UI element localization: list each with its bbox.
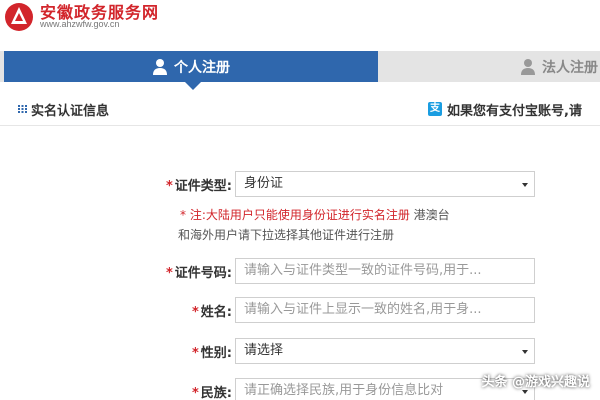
chevron-down-icon [522, 390, 528, 394]
alipay-login-link[interactable]: 如果您有支付宝账号,请 [447, 100, 600, 119]
tab-legal-person-registration[interactable]: 法人注册 [520, 51, 600, 82]
note-text-line2: 和海外用户请下拉选择其他证件进行注册 [178, 228, 395, 242]
chevron-down-icon [522, 350, 528, 354]
section-header: 实名认证信息 支 如果您有支付宝账号,请 [0, 90, 600, 126]
active-tab-pointer [185, 82, 201, 90]
form-row-id-type: * 证件类型: 身份证 [0, 171, 600, 197]
ethnicity-label: * 民族: [191, 386, 232, 400]
chevron-down-icon [522, 183, 528, 187]
tab-label: 法人注册 [542, 59, 598, 76]
gender-value: 请选择 [244, 343, 284, 358]
ethnicity-placeholder: 请正确选择民族,用于身份信息比对 [244, 383, 444, 398]
id-type-label: * 证件类型: [165, 179, 232, 194]
name-label: * 姓名: [191, 305, 232, 320]
tab-label: 个人注册 [174, 59, 230, 76]
alipay-icon[interactable]: 支 [428, 102, 442, 116]
id-type-value: 身份证 [244, 176, 284, 191]
note-warning: * 注:大陆用户只能使用身份证进行实名注册 [180, 208, 410, 222]
form-row-gender: * 性别: 请选择 [0, 338, 600, 364]
grid-icon [18, 105, 27, 113]
name-input[interactable]: 请输入与证件上显示一致的姓名,用于身... [235, 297, 535, 323]
person-icon [521, 58, 535, 75]
watermark: 头条 @游戏兴趣说 [481, 375, 590, 390]
tab-personal-registration[interactable]: 个人注册 [4, 51, 378, 90]
note-text: 港澳台 [409, 208, 450, 222]
gender-label: * 性别: [191, 346, 232, 361]
gender-select[interactable]: 请选择 [235, 338, 535, 364]
site-header: 安徽政务服务网 www.ahzwfw.gov.cn [0, 0, 600, 40]
id-type-note: * 注:大陆用户只能使用身份证进行实名注册 港澳台 和海外用户请下拉选择其他证件… [178, 205, 540, 245]
section-title: 实名认证信息 [31, 104, 110, 119]
form-row-name: * 姓名: 请输入与证件上显示一致的姓名,用于身... [0, 297, 600, 323]
site-url: www.ahzwfw.gov.cn [40, 19, 120, 29]
id-number-label: * 证件号码: [165, 266, 232, 281]
site-logo-icon[interactable] [4, 2, 34, 32]
person-icon [153, 58, 167, 75]
id-number-input[interactable]: 请输入与证件类型一致的证件号码,用于... [235, 258, 535, 284]
id-type-select[interactable]: 身份证 [235, 171, 535, 197]
form-row-id-number: * 证件号码: 请输入与证件类型一致的证件号码,用于... [0, 258, 600, 284]
registration-tabs: 个人注册 法人注册 [0, 51, 600, 90]
